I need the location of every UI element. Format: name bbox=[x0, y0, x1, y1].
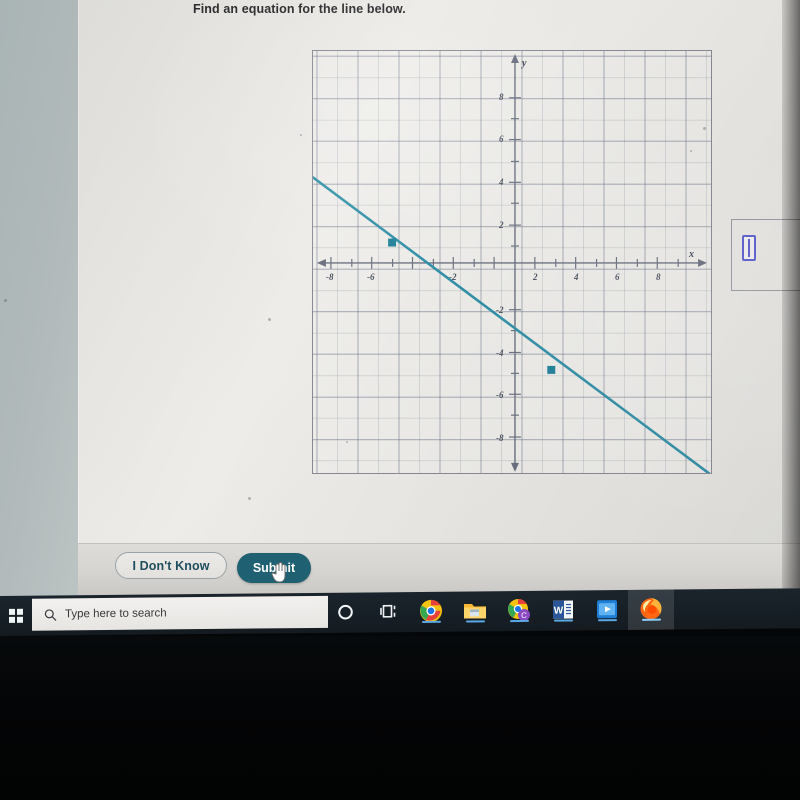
laptop-bezel: hp bbox=[0, 636, 800, 800]
math-input-cursor-icon bbox=[742, 235, 756, 261]
question-prompt: Find an equation for the line below. bbox=[193, 2, 406, 16]
y-tick-label: 6 bbox=[499, 134, 504, 144]
windows-taskbar: Type here to search C W bbox=[0, 588, 800, 636]
chrome-icon[interactable] bbox=[418, 598, 444, 624]
svg-text:W: W bbox=[554, 606, 564, 617]
running-indicator bbox=[466, 620, 485, 623]
y-tick-label: 8 bbox=[499, 92, 504, 102]
x-tick-label: 8 bbox=[656, 272, 661, 282]
file-explorer-icon[interactable] bbox=[462, 597, 488, 623]
windows-logo-icon bbox=[9, 608, 23, 623]
running-indicator bbox=[642, 618, 661, 621]
graph-plot-svg bbox=[313, 53, 711, 473]
start-button[interactable] bbox=[0, 596, 32, 636]
search-placeholder: Type here to search bbox=[65, 607, 167, 621]
x-axis-label: x bbox=[689, 249, 694, 260]
running-indicator bbox=[554, 619, 573, 622]
svg-text:C: C bbox=[521, 611, 527, 620]
hand-cursor-pointer bbox=[271, 562, 286, 583]
firefox-active-slot[interactable] bbox=[628, 589, 674, 630]
word-icon[interactable]: W bbox=[550, 596, 576, 622]
x-tick-label: 4 bbox=[574, 272, 579, 282]
x-tick-label: 2 bbox=[533, 272, 538, 282]
coordinate-graph: -8 -6 -2 2 4 6 8 8 6 4 2 -2 -4 -6 -8 x y bbox=[312, 50, 712, 474]
task-view-icon[interactable] bbox=[376, 598, 402, 624]
y-tick-label: -8 bbox=[496, 433, 504, 443]
x-tick-label: -6 bbox=[367, 272, 375, 282]
chrome-canary-icon[interactable]: C bbox=[506, 597, 532, 623]
plotted-line bbox=[313, 176, 711, 473]
y-axis-label: y bbox=[522, 58, 527, 69]
y-tick-label: 4 bbox=[499, 177, 504, 187]
y-tick-label: -6 bbox=[496, 390, 504, 400]
plotted-point-1 bbox=[388, 238, 397, 247]
x-tick-label: 6 bbox=[615, 272, 620, 282]
laptop-photo: Find an equation for the line below. -8 … bbox=[0, 0, 800, 800]
x-tick-label: -8 bbox=[326, 272, 334, 282]
plotted-point-2 bbox=[547, 365, 556, 374]
search-input[interactable]: Type here to search bbox=[32, 595, 328, 631]
y-tick-label: -4 bbox=[496, 348, 504, 358]
page-left-margin bbox=[0, 0, 78, 596]
screen-right-edge-shadow bbox=[782, 0, 800, 596]
screen-area: Find an equation for the line below. -8 … bbox=[0, 0, 800, 596]
movies-tv-icon[interactable] bbox=[594, 596, 620, 622]
y-tick-label: -2 bbox=[496, 305, 504, 315]
search-icon bbox=[44, 608, 57, 621]
content-sheet: Find an equation for the line below. -8 … bbox=[78, 0, 800, 543]
i-dont-know-label: I Don't Know bbox=[132, 558, 210, 573]
cortana-icon[interactable] bbox=[332, 599, 358, 625]
running-indicator bbox=[422, 620, 441, 623]
running-indicator bbox=[598, 619, 617, 622]
firefox-icon[interactable] bbox=[638, 596, 664, 622]
x-tick-label: -2 bbox=[449, 272, 457, 282]
i-dont-know-button[interactable]: I Don't Know bbox=[115, 552, 227, 579]
running-indicator bbox=[510, 619, 529, 623]
y-tick-label: 2 bbox=[499, 220, 504, 230]
